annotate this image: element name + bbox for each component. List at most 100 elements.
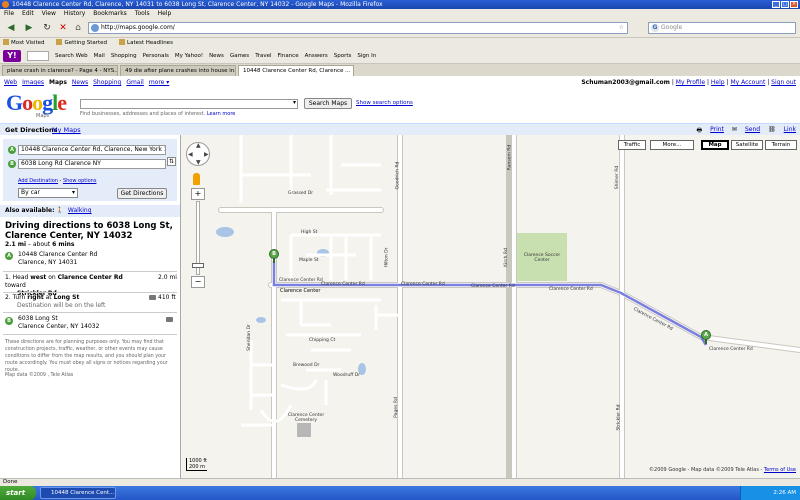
zoom-in-button[interactable]: + bbox=[191, 188, 205, 200]
terrain-view-button[interactable]: Terrain bbox=[765, 140, 797, 150]
end-street-view-camera-icon[interactable] bbox=[166, 317, 173, 322]
maps-search-input[interactable] bbox=[80, 99, 298, 109]
menu-help[interactable]: Help bbox=[158, 9, 172, 18]
label-maple-st: Maple St bbox=[299, 258, 319, 263]
menu-view[interactable]: View bbox=[42, 9, 56, 18]
yahoo-games[interactable]: Games bbox=[230, 53, 249, 59]
label-goodrich-rd: Goodrich Rd bbox=[395, 161, 401, 190]
link-gmail[interactable]: Gmail bbox=[126, 79, 144, 86]
link-more[interactable]: more ▾ bbox=[149, 79, 169, 86]
home-icon[interactable]: ⌂ bbox=[70, 21, 86, 35]
yahoo-search-input[interactable] bbox=[27, 50, 49, 61]
also-available-label: Also available: bbox=[5, 207, 55, 214]
satellite-view-button[interactable]: Satellite bbox=[731, 140, 763, 150]
yahoo-answers[interactable]: Answers bbox=[305, 53, 328, 59]
stop-icon[interactable]: ✕ bbox=[55, 21, 71, 35]
link-shopping[interactable]: Shopping bbox=[93, 79, 121, 86]
link-web[interactable]: Web bbox=[4, 79, 17, 86]
yahoo-mail[interactable]: Mail bbox=[94, 53, 105, 59]
menu-tools[interactable]: Tools bbox=[135, 9, 150, 18]
menu-file[interactable]: File bbox=[4, 9, 14, 18]
google-maps-logo[interactable]: Google bbox=[6, 91, 67, 115]
search-dropdown-icon[interactable]: ▾ bbox=[293, 99, 296, 106]
link-maps-current: Maps bbox=[49, 79, 67, 86]
link-news[interactable]: News bbox=[72, 79, 88, 86]
lake bbox=[256, 317, 266, 323]
pan-down-icon[interactable]: ▼ bbox=[196, 159, 201, 166]
to-input[interactable]: 6038 Long Rd Clarence NY bbox=[18, 159, 166, 169]
from-input[interactable]: 10448 Clarence Center Rd, Clarence, New … bbox=[18, 145, 166, 155]
link-my-account[interactable]: My Account bbox=[730, 79, 765, 86]
taskbar-firefox-window[interactable]: 10448 Clarence Cent... bbox=[40, 487, 116, 499]
traffic-button[interactable]: Traffic bbox=[618, 140, 646, 150]
yahoo-travel[interactable]: Travel bbox=[255, 53, 271, 59]
map-marker-a[interactable]: A bbox=[701, 330, 711, 344]
bookmark-most-visited[interactable]: Most Visited bbox=[3, 38, 44, 48]
map-canvas[interactable]: Clarence Center Rd Clarence Center Rd Cl… bbox=[181, 135, 800, 478]
tab-google-maps[interactable]: 10448 Clarence Center Rd, Clarence ... bbox=[238, 65, 354, 76]
back-icon[interactable]: ◀ bbox=[3, 21, 19, 35]
walking-link[interactable]: Walking bbox=[68, 207, 92, 214]
maximize-button[interactable]: □ bbox=[781, 1, 789, 8]
travel-mode-select[interactable]: By car bbox=[18, 188, 78, 198]
get-directions-button[interactable]: Get Directions bbox=[117, 188, 167, 199]
link-images[interactable]: Images bbox=[22, 79, 44, 86]
street-view-camera-icon[interactable] bbox=[149, 295, 156, 300]
also-available-bar: Also available: 🚶 Walking bbox=[0, 205, 180, 217]
search-maps-button[interactable]: Search Maps bbox=[304, 98, 352, 109]
minimize-button[interactable]: _ bbox=[772, 1, 780, 8]
bookmark-star-icon[interactable]: ☆ bbox=[619, 23, 624, 33]
learn-more-link[interactable]: Learn more bbox=[207, 111, 236, 117]
tab-plane-crash-forum[interactable]: plane crash in clarence? - Page 4 - NYS.… bbox=[2, 65, 118, 76]
show-search-options-link[interactable]: Show search options bbox=[356, 100, 413, 106]
zoom-out-button[interactable]: − bbox=[191, 276, 205, 288]
more-button[interactable]: More... bbox=[650, 140, 694, 150]
yahoo-my-yahoo[interactable]: My Yahoo! bbox=[175, 53, 203, 59]
reload-icon[interactable]: ↻ bbox=[39, 21, 55, 35]
show-options-link[interactable]: Show options bbox=[63, 178, 97, 184]
link-my-profile[interactable]: My Profile bbox=[676, 79, 705, 86]
map-view-button[interactable]: Map bbox=[701, 140, 729, 150]
road-clarence-center bbox=[269, 283, 800, 352]
bookmark-latest-headlines[interactable]: Latest Headlines bbox=[119, 38, 173, 48]
url-bar[interactable]: http://maps.google.com/ ☆ bbox=[88, 22, 628, 34]
map-marker-b[interactable]: B bbox=[269, 249, 279, 263]
tab-plane-crash-news[interactable]: 49 die after plane crashes into house in… bbox=[120, 65, 236, 76]
window-titlebar: 10448 Clarence Center Rd, Clarence, NY 1… bbox=[0, 0, 800, 9]
pan-control[interactable]: ▲ ◀ ▶ ▼ bbox=[186, 142, 210, 166]
start-button[interactable]: start bbox=[0, 486, 36, 500]
step-2[interactable]: 2. Turn right at Long St Destination wil… bbox=[5, 294, 145, 310]
pan-left-icon[interactable]: ◀ bbox=[188, 151, 193, 158]
yahoo-shopping[interactable]: Shopping bbox=[111, 53, 137, 59]
zoom-slider-handle[interactable] bbox=[192, 263, 204, 268]
menu-bookmarks[interactable]: Bookmarks bbox=[93, 9, 127, 18]
yahoo-news[interactable]: News bbox=[209, 53, 224, 59]
yahoo-personals[interactable]: Personals bbox=[143, 53, 169, 59]
forward-icon[interactable]: ▶ bbox=[21, 21, 37, 35]
swap-icon[interactable]: ⇅ bbox=[167, 157, 176, 166]
bookmark-getting-started[interactable]: Getting Started bbox=[56, 38, 107, 48]
menu-history[interactable]: History bbox=[64, 9, 85, 18]
browser-search-input[interactable]: G Google bbox=[648, 22, 796, 34]
pan-right-icon[interactable]: ▶ bbox=[204, 151, 209, 158]
yahoo-search-web[interactable]: Search Web bbox=[55, 53, 88, 59]
my-maps-link[interactable]: My Maps bbox=[52, 126, 81, 134]
cemetery-area bbox=[297, 423, 311, 437]
link-help[interactable]: Help bbox=[711, 79, 725, 86]
yahoo-sports[interactable]: Sports bbox=[334, 53, 352, 59]
pan-up-icon[interactable]: ▲ bbox=[196, 142, 201, 149]
close-button[interactable]: × bbox=[790, 1, 798, 8]
bookmarks-toolbar: Most Visited Getting Started Latest Head… bbox=[0, 38, 800, 48]
walking-icon: 🚶 bbox=[56, 207, 64, 214]
end-address-marker-icon: B bbox=[5, 317, 13, 325]
pegman-street-view-icon[interactable] bbox=[193, 173, 200, 185]
yahoo-logo[interactable]: Y! bbox=[3, 49, 21, 62]
browser-search-placeholder: Google bbox=[661, 24, 683, 31]
menu-edit[interactable]: Edit bbox=[22, 9, 34, 18]
add-destination-link[interactable]: Add Destination bbox=[18, 178, 58, 184]
yahoo-sign-in[interactable]: Sign In bbox=[357, 53, 376, 59]
label-clarence-center-rd: Clarence Center Rd bbox=[549, 287, 593, 292]
terms-of-use-link[interactable]: Terms of Use bbox=[764, 467, 796, 473]
yahoo-finance[interactable]: Finance bbox=[278, 53, 299, 59]
link-sign-out[interactable]: Sign out bbox=[771, 79, 796, 86]
